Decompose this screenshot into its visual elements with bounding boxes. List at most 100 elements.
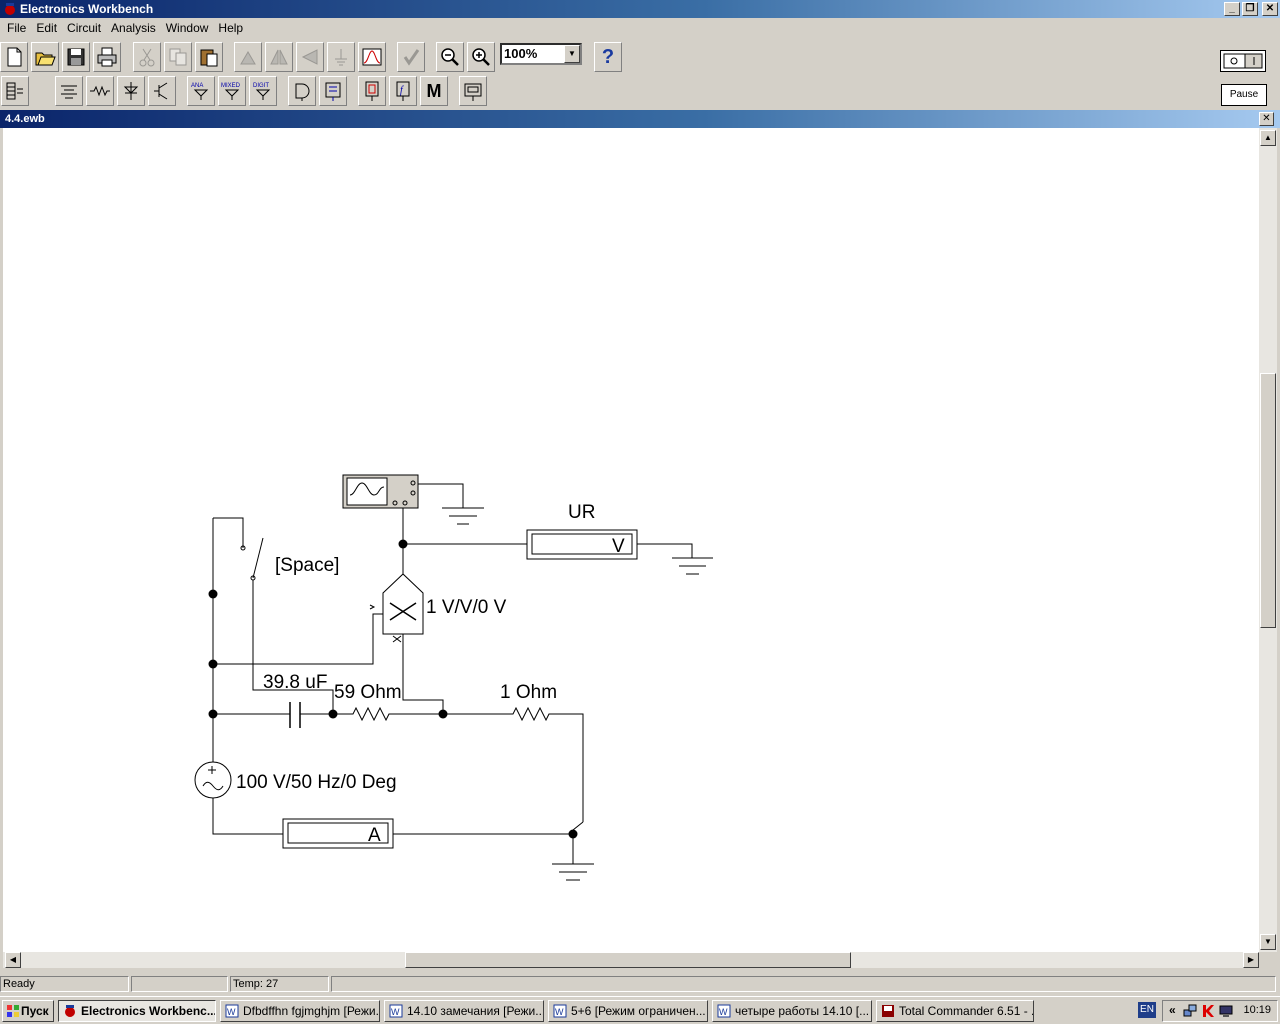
restore-button[interactable]: ❐: [1242, 2, 1258, 16]
favorites-bin-button[interactable]: [1, 76, 29, 106]
tray-expand-icon[interactable]: «: [1169, 1003, 1176, 1017]
zoom-value: 100%: [504, 46, 538, 61]
digital-ics-bin-button[interactable]: DIGIT: [249, 76, 277, 106]
open-folder-icon: [35, 52, 56, 66]
task-word-doc-3[interactable]: W 5+6 [Режим ограничен...: [548, 1000, 708, 1022]
task-word-doc-2[interactable]: W 14.10 замечания [Режи...: [384, 1000, 544, 1022]
menu-edit[interactable]: Edit: [31, 18, 62, 38]
flip-horizontal-button[interactable]: [265, 42, 293, 72]
scissors-icon: [139, 48, 155, 67]
svg-text:f: f: [400, 85, 404, 96]
horizontal-scrollbar[interactable]: ◀ ▶: [3, 952, 1259, 968]
analog-bin-label: ANA: [191, 83, 203, 89]
switch[interactable]: [213, 517, 264, 581]
save-button[interactable]: [62, 42, 90, 72]
system-tray: « 10:19: [1162, 1000, 1278, 1022]
svg-text:W: W: [555, 1007, 564, 1017]
document-close-button[interactable]: ✕: [1259, 112, 1274, 126]
network-icon[interactable]: [1183, 1004, 1197, 1018]
help-button[interactable]: ?: [594, 42, 622, 72]
transistors-bin-button[interactable]: [148, 76, 176, 106]
chevron-down-icon[interactable]: ▼: [564, 45, 580, 63]
mixed-ic-icon: MIXED: [221, 83, 241, 100]
indicators-bin-button[interactable]: [358, 76, 386, 106]
scroll-left-icon[interactable]: ◀: [5, 952, 21, 968]
zoom-out-button[interactable]: [436, 42, 464, 72]
menu-circuit[interactable]: Circuit: [62, 18, 106, 38]
title-bar: Electronics Workbench _ ❐ ✕: [0, 0, 1280, 18]
cut-button[interactable]: [133, 42, 161, 72]
voltage-multiplier[interactable]: [369, 573, 424, 643]
total-commander-icon: [882, 1005, 894, 1017]
diodes-bin-button[interactable]: [117, 76, 145, 106]
minimize-button[interactable]: _: [1224, 2, 1240, 16]
language-indicator[interactable]: EN: [1138, 1002, 1156, 1018]
new-file-button[interactable]: [0, 42, 28, 72]
component-properties-button[interactable]: [327, 42, 355, 72]
task-electronics-workbench[interactable]: Electronics Workbenc...: [58, 1000, 216, 1022]
menu-file[interactable]: File: [2, 18, 31, 38]
task-label: четыре работы 14.10 [...: [735, 1004, 870, 1018]
graph-icon: [362, 48, 382, 66]
paste-button[interactable]: [195, 42, 223, 72]
scroll-right-icon[interactable]: ▶: [1243, 952, 1259, 968]
subcircuit-button[interactable]: [397, 42, 425, 72]
floppy-disk-icon: [67, 48, 85, 66]
task-word-doc-1[interactable]: W Dfbdffhn fgjmghjm [Режи...: [220, 1000, 380, 1022]
zoom-select[interactable]: 100% ▼: [500, 43, 582, 65]
flip-vertical-button[interactable]: [296, 42, 324, 72]
task-total-commander[interactable]: Total Commander 6.51 - ...: [876, 1000, 1034, 1022]
controls-bin-button[interactable]: f: [389, 76, 417, 106]
switch-key-label: [Space]: [275, 555, 339, 576]
menu-help[interactable]: Help: [213, 18, 248, 38]
vertical-scroll-thumb[interactable]: [1260, 373, 1276, 628]
status-temp: Temp: 27: [230, 976, 329, 992]
close-button[interactable]: ✕: [1262, 2, 1278, 16]
ammeter-unit: A: [368, 825, 381, 846]
analog-ic-icon: ANA: [191, 83, 209, 100]
monitor-icon[interactable]: [1219, 1004, 1233, 1018]
scroll-up-icon[interactable]: ▲: [1260, 130, 1276, 146]
status-info: [331, 976, 1276, 992]
logic-gates-bin-button[interactable]: [288, 76, 316, 106]
sources-bin-button[interactable]: [55, 76, 83, 106]
analysis-graphs-button[interactable]: [358, 42, 386, 72]
circuit-canvas[interactable]: UR V 1 V/V/0 V [Space] 39.8 uF 59 Ohm 1 …: [3, 128, 1259, 952]
menu-window[interactable]: Window: [161, 18, 214, 38]
ammeter[interactable]: A: [282, 818, 394, 849]
vertical-scrollbar[interactable]: ▲ ▼: [1259, 128, 1277, 952]
resistor-1[interactable]: [443, 706, 584, 822]
miscellaneous-icon: M: [426, 80, 442, 101]
document-title: 4.4.ewb: [5, 113, 45, 125]
print-button[interactable]: [93, 42, 121, 72]
zoom-in-icon: [472, 48, 490, 66]
basic-bin-button[interactable]: [86, 76, 114, 106]
open-file-button[interactable]: [31, 42, 59, 72]
rotate-button[interactable]: [234, 42, 262, 72]
zoom-in-button[interactable]: [467, 42, 495, 72]
power-switch[interactable]: [1220, 50, 1266, 72]
ac-voltage-source[interactable]: [194, 761, 232, 799]
task-word-doc-4[interactable]: W четыре работы 14.10 [...: [712, 1000, 872, 1022]
mixed-ics-bin-button[interactable]: MIXED: [218, 76, 246, 106]
miscellaneous-bin-button[interactable]: M: [420, 76, 448, 106]
indicator-icon: [365, 81, 379, 101]
analog-ics-bin-button[interactable]: ANA: [187, 76, 215, 106]
ground-symbol: [552, 863, 594, 881]
resistor-59[interactable]: [333, 706, 443, 722]
start-label: Пуск: [21, 1004, 49, 1018]
capacitor[interactable]: [213, 702, 333, 728]
parts-bin-toolbar: ANA MIXED DIGIT f M: [0, 74, 1280, 108]
source-value: 100 V/50 Hz/0 Deg: [236, 772, 397, 793]
voltmeter[interactable]: V: [526, 529, 638, 560]
scroll-down-icon[interactable]: ▼: [1260, 934, 1276, 950]
antivirus-icon[interactable]: [1201, 1004, 1215, 1018]
word-document-icon: W: [225, 1004, 239, 1018]
instruments-bin-button[interactable]: [459, 76, 487, 106]
start-button[interactable]: Пуск: [2, 1000, 54, 1022]
oscilloscope[interactable]: [342, 474, 419, 509]
digital-bin-button[interactable]: [319, 76, 347, 106]
horizontal-scroll-thumb[interactable]: [405, 952, 851, 968]
menu-analysis[interactable]: Analysis: [106, 18, 161, 38]
copy-button[interactable]: [164, 42, 192, 72]
